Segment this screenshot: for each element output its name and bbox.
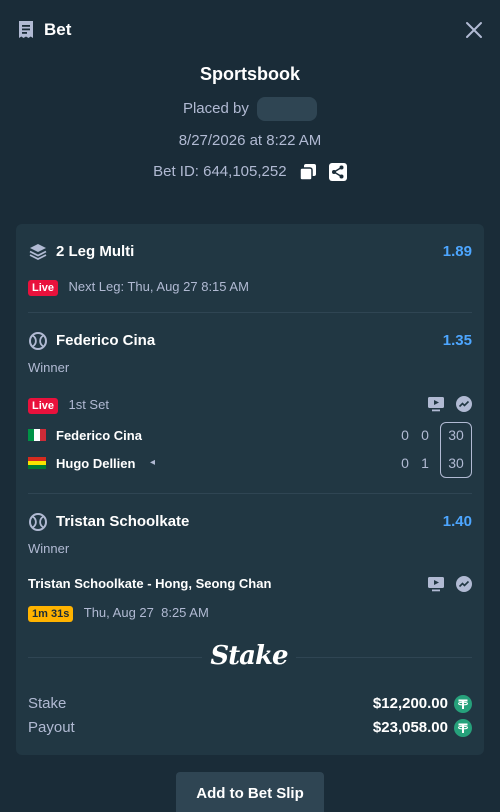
bet-datetime: 8/27/2026 at 8:22 AM [178, 132, 322, 149]
next-leg-row: Live Next Leg: Thu, Aug 27 8:15 AM [28, 278, 472, 296]
stake-row: Stake $12,200.00 [28, 695, 472, 715]
player-name: Hugo Dellien [56, 456, 136, 471]
tennis-ball-icon [29, 513, 47, 531]
live-stream-icon[interactable] [428, 576, 444, 592]
leg2-match-row: Tristan Schoolkate - Hong, Seong Chan [28, 576, 472, 594]
set-status: 1st Set [68, 397, 109, 412]
bet-id: Bet ID: 644,105,252 [153, 163, 287, 180]
leg2-title: Tristan Schoolkate [56, 513, 190, 530]
countdown-badge: 1m 31s [28, 606, 74, 622]
scoreboard: Federico Cina 0 0 30 Hugo Dellien ◂ 0 1 … [28, 422, 472, 482]
payout-amount: $23,058.00 [372, 719, 448, 736]
live-stream-icon[interactable] [428, 396, 444, 412]
player-games: 1 [421, 455, 429, 471]
add-to-bet-slip-button[interactable]: Add to Bet Slip [176, 772, 324, 812]
payout-label: Payout [28, 719, 75, 736]
stake-label: Stake [28, 695, 67, 712]
leg2-market: Winner [28, 541, 70, 556]
serving-indicator-icon: ◂ [150, 457, 156, 468]
tether-icon [454, 719, 472, 737]
leg1-status-row: Live 1st Set [28, 396, 472, 414]
tether-icon [454, 695, 472, 713]
italy-flag-icon [28, 429, 46, 441]
match-name[interactable]: Tristan Schoolkate - Hong, Seong Chan [28, 576, 271, 591]
player-sets: 0 [401, 427, 409, 443]
player-points: 30 [448, 455, 464, 471]
player-games: 0 [421, 427, 429, 443]
divider [28, 493, 472, 494]
start-time: Thu, Aug 27 8:25 AM [83, 605, 209, 620]
live-badge: Live [28, 398, 59, 414]
leg1-header: Federico Cina 1.35 [28, 331, 472, 351]
divider [28, 657, 202, 658]
player-points: 30 [448, 427, 464, 443]
divider [296, 657, 472, 658]
stats-icon[interactable] [456, 576, 472, 592]
share-icon[interactable] [328, 163, 347, 182]
start-time-row: 1m 31s Thu, Aug 27 8:25 AM [28, 604, 472, 622]
stats-icon[interactable] [456, 396, 472, 412]
multi-title: 2 Leg Multi [56, 243, 135, 260]
multi-odds: 1.89 [442, 243, 472, 260]
multi-header: 2 Leg Multi 1.89 [28, 242, 472, 262]
book-title: Sportsbook [199, 64, 300, 84]
placed-by: Placed by [0, 97, 500, 121]
copy-icon[interactable] [298, 163, 317, 181]
next-leg-text: Next Leg: Thu, Aug 27 8:15 AM [68, 279, 249, 294]
live-badge: Live [28, 280, 59, 296]
player-sets: 0 [401, 455, 409, 471]
placed-by-label: Placed by [182, 99, 249, 117]
bolivia-flag-icon [28, 457, 46, 469]
payout-row: Payout $23,058.00 [28, 719, 472, 739]
modal-title: Bet [44, 20, 72, 39]
stake-amount: $12,200.00 [372, 695, 448, 712]
leg1-odds: 1.35 [442, 332, 472, 349]
leg1-title: Federico Cina [56, 332, 156, 349]
bet-id-row: Bet ID: 644,105,252 [0, 163, 500, 182]
stake-logo: Stake [210, 641, 288, 671]
leg1-market: Winner [28, 360, 70, 375]
bet-card: 2 Leg Multi 1.89 Live Next Leg: Thu, Aug… [16, 224, 484, 755]
layers-icon [29, 244, 47, 261]
leg2-header: Tristan Schoolkate 1.40 [28, 512, 472, 532]
bet-slip-icon [19, 21, 33, 38]
modal-header: Bet [0, 0, 500, 60]
divider [28, 312, 472, 313]
tennis-ball-icon [29, 332, 47, 350]
player-name: Federico Cina [56, 428, 142, 443]
close-icon[interactable] [465, 21, 483, 39]
hidden-username [257, 97, 318, 121]
leg2-odds: 1.40 [442, 513, 472, 530]
